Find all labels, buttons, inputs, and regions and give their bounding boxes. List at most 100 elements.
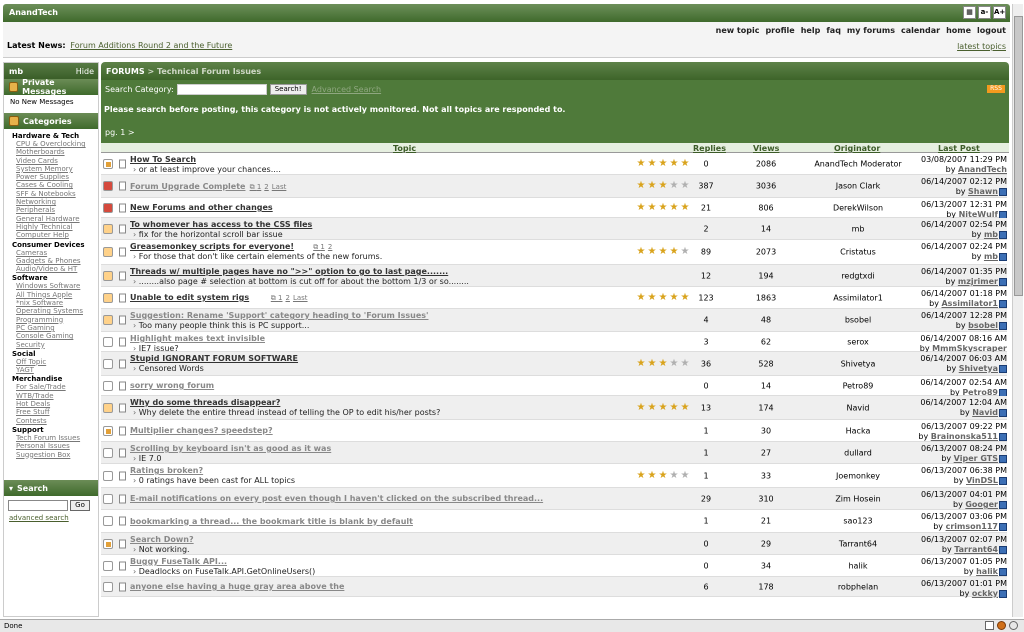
category-link[interactable]: Audio/Video & HT — [12, 265, 90, 273]
topic-title-link[interactable]: Suggestion: Rename 'Support' category he… — [130, 311, 428, 320]
pager-page-1[interactable]: 1 — [120, 128, 125, 137]
last-post-author-link[interactable]: halik — [976, 567, 998, 576]
category-link[interactable]: Video Cards — [12, 157, 90, 165]
category-link[interactable]: Hot Deals — [12, 400, 90, 408]
go-to-last-post-icon[interactable] — [999, 567, 1007, 576]
category-link[interactable]: *nix Software — [12, 299, 90, 307]
go-to-last-post-icon[interactable] — [999, 545, 1007, 554]
topic-page-link[interactable]: 1 — [257, 183, 261, 191]
rss-icon[interactable]: RSS — [987, 85, 1005, 93]
last-post-author-link[interactable]: mzjrimer — [958, 277, 998, 286]
go-to-last-post-icon[interactable] — [999, 589, 1007, 598]
go-to-last-post-icon[interactable] — [999, 364, 1007, 373]
globe-icon[interactable] — [1009, 621, 1018, 630]
category-link[interactable]: General Hardware — [12, 215, 90, 223]
category-link[interactable]: Personal Issues — [12, 442, 90, 450]
go-to-last-post-icon[interactable] — [999, 408, 1007, 417]
last-post-author-link[interactable]: mb — [984, 252, 998, 261]
topic-title-link[interactable]: To whomever has access to the CSS files — [130, 220, 312, 229]
category-link[interactable]: PC Gaming — [12, 324, 90, 332]
category-link[interactable]: Power Supplies — [12, 173, 90, 181]
topic-page-link[interactable]: 1 — [320, 243, 324, 251]
category-link[interactable]: Tech Forum Issues — [12, 434, 90, 442]
last-post-author-link[interactable]: mb — [984, 230, 998, 239]
sidebar-search-input[interactable] — [8, 500, 68, 511]
col-replies[interactable]: Replies — [693, 144, 726, 153]
category-link[interactable]: Computer Help — [12, 231, 90, 239]
last-post-author-link[interactable]: Brainonska511 — [931, 432, 998, 441]
col-originator[interactable]: Originator — [834, 144, 880, 153]
nav-new-topic[interactable]: new topic — [716, 26, 760, 35]
last-post-author-link[interactable]: VinDSL — [966, 476, 998, 485]
topic-title-link[interactable]: sorry wrong forum — [130, 381, 214, 390]
forum-advanced-search-link[interactable]: Advanced Search — [312, 85, 382, 94]
search-button[interactable]: Search! — [269, 84, 307, 95]
last-post-author-link[interactable]: Assimilator1 — [941, 299, 998, 308]
category-link[interactable]: Peripherals — [12, 206, 90, 214]
topic-title-link[interactable]: anyone else having a huge gray area abov… — [130, 582, 344, 591]
topic-title-link[interactable]: Why do some threads disappear? — [130, 398, 280, 407]
category-link[interactable]: SFF & Notebooks — [12, 190, 90, 198]
topic-title-link[interactable]: Search Down? — [130, 535, 194, 544]
col-topic[interactable]: Topic — [393, 144, 416, 153]
last-post-author-link[interactable]: Tarrant64 — [954, 545, 998, 554]
topic-title-link[interactable]: Threads w/ multiple pages have no ">>" o… — [130, 267, 448, 276]
go-to-last-post-icon[interactable] — [999, 522, 1007, 531]
col-views[interactable]: Views — [753, 144, 779, 153]
topic-title-link[interactable]: Forum Upgrade Complete — [130, 182, 245, 191]
topic-title-link[interactable]: Highlight makes text invisible — [130, 334, 265, 343]
go-to-last-post-icon[interactable] — [999, 277, 1007, 286]
category-link[interactable]: All Things Apple — [12, 291, 90, 299]
category-link[interactable]: Gadgets & Phones — [12, 257, 90, 265]
firebug-icon[interactable] — [997, 621, 1006, 630]
go-button[interactable]: Go — [70, 500, 90, 511]
nav-home[interactable]: home — [946, 26, 971, 35]
pager-next[interactable]: > — [128, 128, 135, 137]
go-to-last-post-icon[interactable] — [999, 321, 1007, 330]
go-to-last-post-icon[interactable] — [999, 230, 1007, 239]
topic-title-link[interactable]: Greasemonkey scripts for everyone! — [130, 242, 294, 251]
category-link[interactable]: System Memory — [12, 165, 90, 173]
nav-faq[interactable]: faq — [826, 26, 841, 35]
hide-sidebar-link[interactable]: Hide — [76, 67, 94, 76]
topic-title-link[interactable]: Ratings broken? — [130, 466, 203, 475]
nav-profile[interactable]: profile — [765, 26, 794, 35]
topic-title-link[interactable]: Scrolling by keyboard isn't as good as i… — [130, 444, 331, 453]
topic-title-link[interactable]: Buggy FuseTalk API... — [130, 557, 227, 566]
category-link[interactable]: Motherboards — [12, 148, 90, 156]
last-post-author-link[interactable]: Shivetya — [959, 364, 998, 373]
last-post-author-link[interactable]: Shawn — [968, 187, 998, 196]
topic-title-link[interactable]: New Forums and other changes — [130, 203, 273, 212]
font-larger-button[interactable]: A+ — [993, 6, 1006, 19]
category-link[interactable]: Windows Software — [12, 282, 90, 290]
advanced-search-link[interactable]: advanced search — [4, 514, 69, 522]
category-link[interactable]: Console Gaming — [12, 332, 90, 340]
scrollbar-thumb[interactable] — [1014, 16, 1023, 296]
go-to-last-post-icon[interactable] — [999, 454, 1007, 463]
category-link[interactable]: Programming — [12, 316, 90, 324]
latest-news-link[interactable]: Forum Additions Round 2 and the Future — [70, 41, 232, 50]
chart-icon[interactable]: ▦ — [963, 6, 976, 19]
go-to-last-post-icon[interactable] — [999, 476, 1007, 485]
nav-logout[interactable]: logout — [977, 26, 1006, 35]
col-last-post[interactable]: Last Post — [938, 144, 980, 153]
category-link[interactable]: Contests — [12, 417, 90, 425]
topic-page-link[interactable]: Last — [272, 183, 287, 191]
topic-title-link[interactable]: How To Search — [130, 155, 196, 164]
topic-page-link[interactable]: 2 — [264, 183, 268, 191]
nav-help[interactable]: help — [801, 26, 821, 35]
latest-topics-link[interactable]: latest topics — [957, 42, 1006, 51]
font-smaller-button[interactable]: a- — [978, 6, 991, 19]
category-link[interactable]: Security — [12, 341, 90, 349]
go-to-last-post-icon[interactable] — [999, 500, 1007, 509]
private-messages-header[interactable]: Private Messages — [4, 78, 98, 96]
category-link[interactable]: For Sale/Trade — [12, 383, 90, 391]
category-link[interactable]: Off Topic — [12, 358, 90, 366]
topic-page-link[interactable]: 2 — [328, 243, 332, 251]
nav-calendar[interactable]: calendar — [901, 26, 940, 35]
last-post-author-link[interactable]: Viper GTS — [954, 454, 998, 463]
last-post-author-link[interactable]: ockky — [972, 589, 998, 598]
breadcrumb-forums[interactable]: FORUMS — [106, 67, 145, 76]
last-post-author-link[interactable]: bsobel — [968, 321, 998, 330]
category-link[interactable]: Free Stuff — [12, 408, 90, 416]
